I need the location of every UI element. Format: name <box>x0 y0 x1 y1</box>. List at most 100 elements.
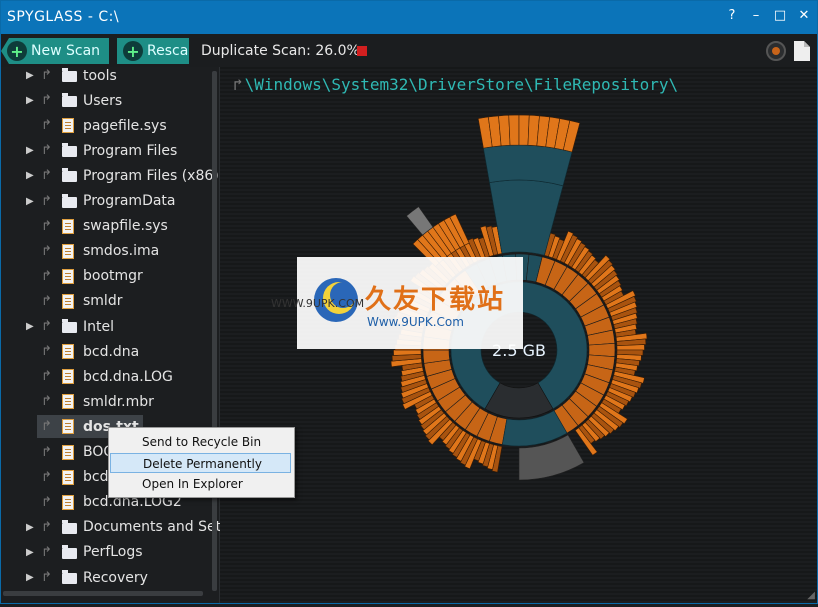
navigate-arrow-icon[interactable]: ↱ <box>41 294 59 309</box>
watermark-left-text: WWW.9UPK.COM <box>271 297 365 310</box>
new-scan-button[interactable]: + New Scan <box>1 38 109 64</box>
minimize-button[interactable]: – <box>749 8 763 23</box>
menu-item-label: Delete Permanently <box>143 457 262 471</box>
sunburst-segment[interactable] <box>393 349 422 356</box>
expand-chevron-icon[interactable]: ▶ <box>26 522 36 533</box>
tree-horizontal-scrollbar[interactable] <box>3 591 203 596</box>
file-icon <box>62 469 74 485</box>
tree-row[interactable]: ↱ smldr <box>1 289 211 314</box>
navigate-arrow-icon[interactable]: ↱ <box>41 118 59 133</box>
sunburst-segment[interactable] <box>616 344 645 351</box>
file-icon <box>62 444 74 460</box>
tree-row[interactable]: ▶ ↱ Recovery <box>1 565 211 590</box>
tree-row[interactable]: ↱ bcd.dna.LOG <box>1 364 211 389</box>
navigate-arrow-icon[interactable]: ↱ <box>41 68 59 83</box>
window-title: SPYGLASS - C:\ <box>7 9 120 25</box>
folder-icon <box>62 68 77 82</box>
tree-row[interactable]: ▶ ↱ Users <box>1 88 211 113</box>
tree-row[interactable]: ↱ smldr.mbr <box>1 389 211 414</box>
folder-icon <box>62 544 77 559</box>
watermark-url: Www.9UPK.Com <box>367 315 464 329</box>
tree-row[interactable]: ↱ bcd.dna <box>1 339 211 364</box>
document-icon[interactable] <box>793 40 811 62</box>
gear-icon[interactable] <box>765 40 787 62</box>
file-icon <box>62 494 74 510</box>
tree-row[interactable]: ↱ bootmgr <box>1 264 211 289</box>
folder-icon <box>62 570 77 584</box>
expand-chevron-icon[interactable]: ▶ <box>26 70 36 81</box>
resize-grip-icon[interactable]: ◢ <box>807 590 815 601</box>
tree-vertical-scrollbar[interactable] <box>212 71 217 591</box>
tree-row[interactable]: ▶ ↱ Intel <box>1 314 211 339</box>
folder-icon <box>62 93 77 108</box>
sunburst-segment[interactable] <box>588 342 616 358</box>
tree-row[interactable]: ▶ ↱ PerfLogs <box>1 540 211 565</box>
tree-row[interactable]: ▶ ↱ ProgramData <box>1 189 211 214</box>
expand-chevron-icon[interactable]: ▶ <box>26 145 36 156</box>
maximize-button[interactable]: □ <box>773 8 787 23</box>
file-icon <box>62 344 74 360</box>
menu-item-open-in-explorer[interactable]: Open In Explorer <box>110 474 291 494</box>
expand-chevron-icon[interactable]: ▶ <box>26 196 36 207</box>
navigate-arrow-icon[interactable]: ↱ <box>41 168 59 183</box>
navigate-arrow-icon[interactable]: ↱ <box>41 143 59 158</box>
tree-item-label: pagefile.sys <box>83 117 167 134</box>
file-icon <box>62 118 74 134</box>
expand-chevron-icon[interactable]: ▶ <box>26 170 36 181</box>
file-icon <box>62 268 74 284</box>
plus-icon: + <box>7 41 27 61</box>
expand-chevron-icon[interactable]: ▶ <box>26 547 36 558</box>
context-menu: Send to Recycle Bin Delete Permanently O… <box>108 427 295 498</box>
tree-row[interactable]: ▶ ↱ tools <box>1 63 211 88</box>
navigate-arrow-icon[interactable]: ↱ <box>41 219 59 234</box>
sunburst-spike[interactable] <box>483 144 573 187</box>
close-button[interactable]: ✕ <box>797 8 811 23</box>
tree-row[interactable]: ▶ ↱ Program Files (x86) <box>1 163 219 188</box>
navigate-arrow-icon[interactable]: ↱ <box>41 445 59 460</box>
tree-row[interactable]: ↱ smdos.ima <box>1 239 211 264</box>
navigate-arrow-icon[interactable]: ↱ <box>41 344 59 359</box>
tree-item-label: Intel <box>83 318 114 335</box>
title-bar: SPYGLASS - C:\ ? – □ ✕ <box>1 1 817 34</box>
navigate-arrow-icon[interactable]: ↱ <box>41 570 59 585</box>
expand-chevron-icon[interactable]: ▶ <box>26 95 36 106</box>
tree-row[interactable]: ↱ swapfile.sys <box>1 214 211 239</box>
sunburst-spike-outer[interactable] <box>508 114 520 146</box>
menu-item-delete-permanently[interactable]: Delete Permanently <box>110 453 291 473</box>
watermark: WWW.9UPK.COM 久友下载站 Www.9UPK.Com <box>271 257 523 349</box>
tree-item-label: bootmgr <box>83 268 143 285</box>
expand-chevron-icon[interactable]: ▶ <box>26 572 36 583</box>
tree-item-label: swapfile.sys <box>83 218 168 235</box>
navigate-arrow-icon[interactable]: ↱ <box>41 319 59 334</box>
tree-item-label: ProgramData <box>83 193 176 209</box>
tree-item-label: bcd.dna <box>83 343 140 360</box>
tree-item-label: PerfLogs <box>83 544 143 561</box>
navigate-arrow-icon[interactable]: ↱ <box>41 269 59 284</box>
plus-icon: + <box>123 41 143 61</box>
tree-row[interactable]: ↱ pagefile.sys <box>1 113 211 138</box>
navigate-arrow-icon[interactable]: ↱ <box>41 495 59 510</box>
sunburst-spike-outer[interactable] <box>518 114 530 146</box>
navigate-arrow-icon[interactable]: ↱ <box>41 244 59 259</box>
expand-chevron-icon[interactable]: ▶ <box>26 321 36 332</box>
navigate-arrow-icon[interactable]: ↱ <box>41 470 59 485</box>
folder-icon <box>62 193 77 208</box>
tree-item-label: bcd.dna.LOG <box>83 368 173 385</box>
tree-item-label: Program Files (x86) <box>83 167 219 184</box>
help-button[interactable]: ? <box>725 8 739 23</box>
navigate-arrow-icon[interactable]: ↱ <box>41 545 59 560</box>
navigate-arrow-icon[interactable]: ↱ <box>41 369 59 384</box>
tree-row[interactable]: ▶ ↱ Documents and Settings <box>1 515 255 540</box>
stop-scan-icon[interactable] <box>357 46 367 56</box>
menu-item-send-to-recycle-bin[interactable]: Send to Recycle Bin <box>110 432 291 452</box>
navigate-arrow-icon[interactable]: ↱ <box>41 194 59 209</box>
file-icon <box>62 218 74 234</box>
navigate-arrow-icon[interactable]: ↱ <box>41 520 59 535</box>
rescan-button[interactable]: + Resca <box>117 38 189 64</box>
tree-row[interactable]: ▶ ↱ Program Files <box>1 138 211 163</box>
navigate-arrow-icon[interactable]: ↱ <box>41 394 59 409</box>
tree-item-label: smdos.ima <box>83 243 160 260</box>
up-arrow-icon[interactable]: ↱ <box>233 75 243 94</box>
navigate-arrow-icon[interactable]: ↱ <box>41 419 59 434</box>
navigate-arrow-icon[interactable]: ↱ <box>41 93 59 108</box>
